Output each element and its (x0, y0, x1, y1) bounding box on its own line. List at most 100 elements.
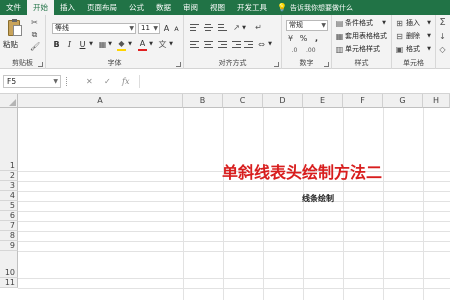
paste-label[interactable]: 粘贴 (3, 39, 18, 50)
column-header-d[interactable]: D (263, 94, 303, 108)
copy-icon[interactable]: ⧉ (30, 30, 39, 39)
tab-developer[interactable]: 开发工具 (231, 0, 273, 15)
wrap-text-icon[interactable]: ↵ (254, 23, 263, 32)
align-bottom-icon[interactable] (218, 24, 227, 32)
alignment-launcher-icon[interactable] (274, 62, 279, 67)
tab-formulas[interactable]: 公式 (123, 0, 150, 15)
shrink-font-button[interactable]: A (172, 24, 181, 35)
tab-insert[interactable]: 插入 (54, 0, 81, 15)
row-header-8[interactable]: 8 (0, 231, 18, 241)
conditional-format-icon: ▤ (335, 19, 344, 28)
align-middle-icon[interactable] (204, 24, 213, 32)
row-header-2[interactable]: 2 (0, 171, 18, 181)
chevron-down-icon[interactable]: ▼ (148, 39, 154, 50)
column-header-h[interactable]: H (423, 94, 450, 108)
row-header-11[interactable]: 11 (0, 278, 18, 288)
format-as-table-button[interactable]: 套用表格格式 (345, 31, 387, 41)
number-format-combo[interactable]: 常规 ▼ (286, 20, 328, 31)
row-header-1[interactable]: 1 (0, 108, 18, 171)
grow-font-button[interactable]: A (162, 23, 171, 34)
cancel-icon[interactable]: ✕ (86, 75, 93, 88)
align-left-icon[interactable] (190, 41, 199, 49)
name-box[interactable]: F5 ▼ (3, 75, 61, 88)
cell-styles-button[interactable]: 单元格样式 (345, 44, 380, 54)
tab-view[interactable]: 视图 (204, 0, 231, 15)
comma-style-button[interactable]: , (312, 33, 321, 44)
fill-color-swatch (117, 49, 126, 51)
chevron-down-icon[interactable]: ▼ (267, 39, 273, 50)
cell-subtitle-text[interactable]: 线条绘制 (302, 193, 334, 204)
decrease-indent-icon[interactable] (232, 41, 241, 49)
column-header-b[interactable]: B (183, 94, 223, 108)
orientation-icon[interactable]: ↗ (232, 23, 241, 32)
chevron-down-icon[interactable]: ▼ (127, 39, 133, 50)
clear-icon[interactable]: ◇ (438, 45, 447, 54)
border-icon[interactable]: ▦ (98, 40, 107, 49)
autosum-icon[interactable]: Σ (438, 18, 447, 28)
formula-input[interactable] (139, 75, 450, 88)
accounting-format-icon[interactable]: ¥ (286, 34, 295, 43)
tell-me-box[interactable]: 💡 告诉我你想要做什么 (277, 3, 353, 13)
merge-center-icon[interactable]: ⇔ (257, 40, 266, 49)
align-center-icon[interactable] (204, 41, 213, 49)
conditional-format-button[interactable]: 条件格式 (345, 18, 373, 28)
align-right-icon[interactable] (218, 41, 227, 49)
underline-button[interactable]: U (78, 39, 87, 50)
font-launcher-icon[interactable] (176, 62, 181, 67)
paste-button[interactable] (4, 18, 24, 38)
formula-bar-separator[interactable] (66, 77, 68, 86)
font-name-value: 等线 (55, 24, 69, 32)
font-name-combo[interactable]: 等线 ▼ (52, 23, 136, 34)
tab-data[interactable]: 数据 (150, 0, 177, 15)
cells-group: ⊞ 插入 ▼ ⊟ 删除 ▼ ▣ 格式 ▼ 单元格 (392, 15, 436, 69)
phonetic-icon[interactable]: 文 (158, 40, 167, 49)
chevron-down-icon[interactable]: ▼ (426, 31, 432, 42)
font-size-value: 11 (141, 24, 150, 32)
row-header-3[interactable]: 3 (0, 181, 18, 191)
increase-decimal-icon[interactable]: .0 (290, 46, 299, 55)
row-header-6[interactable]: 6 (0, 211, 18, 221)
column-header-e[interactable]: E (303, 94, 343, 108)
format-button[interactable]: 格式 (406, 44, 420, 54)
chevron-down-icon[interactable]: ▼ (88, 39, 94, 50)
column-header-c[interactable]: C (223, 94, 263, 108)
select-all-corner[interactable] (0, 94, 18, 108)
percent-style-button[interactable]: % (299, 33, 308, 44)
insert-button[interactable]: 插入 (406, 18, 420, 28)
row-header-10[interactable]: 10 (0, 251, 18, 278)
tab-review[interactable]: 审阅 (177, 0, 204, 15)
clipboard-launcher-icon[interactable] (38, 62, 43, 67)
column-header-g[interactable]: G (383, 94, 423, 108)
row-header-7[interactable]: 7 (0, 221, 18, 231)
increase-indent-icon[interactable] (244, 41, 253, 49)
insert-function-icon[interactable]: fx (122, 75, 129, 88)
row-header-9[interactable]: 9 (0, 241, 18, 251)
sheet-title-text[interactable]: 单斜线表头绘制方法二 (222, 163, 382, 183)
chevron-down-icon[interactable]: ▼ (381, 18, 387, 29)
tab-file[interactable]: 文件 (0, 0, 27, 15)
bold-button[interactable]: B (52, 39, 61, 50)
number-launcher-icon[interactable] (324, 62, 329, 67)
cut-icon[interactable]: ✂ (30, 18, 39, 27)
align-top-icon[interactable] (190, 24, 199, 32)
fill-color-icon[interactable]: ◆ (117, 39, 126, 48)
row-header-5[interactable]: 5 (0, 201, 18, 211)
font-size-combo[interactable]: 11 ▼ (138, 23, 160, 34)
column-header-f[interactable]: F (343, 94, 383, 108)
italic-button[interactable]: I (65, 39, 74, 50)
chevron-down-icon[interactable]: ▼ (426, 44, 432, 55)
chevron-down-icon[interactable]: ▼ (426, 18, 432, 29)
delete-button[interactable]: 删除 (406, 31, 420, 41)
fill-icon[interactable]: ↓ (438, 32, 447, 41)
chevron-down-icon[interactable]: ▼ (168, 39, 174, 50)
tab-home[interactable]: 开始 (27, 0, 54, 15)
decrease-decimal-icon[interactable]: .00 (306, 46, 316, 55)
column-header-a[interactable]: A (18, 94, 183, 108)
format-painter-icon[interactable]: 🖌 (30, 42, 40, 51)
chevron-down-icon[interactable]: ▼ (107, 39, 113, 50)
font-color-button[interactable]: A (138, 38, 147, 49)
row-header-4[interactable]: 4 (0, 191, 18, 201)
chevron-down-icon[interactable]: ▼ (241, 23, 247, 34)
enter-icon[interactable]: ✓ (104, 75, 111, 88)
tab-page-layout[interactable]: 页面布局 (81, 0, 123, 15)
